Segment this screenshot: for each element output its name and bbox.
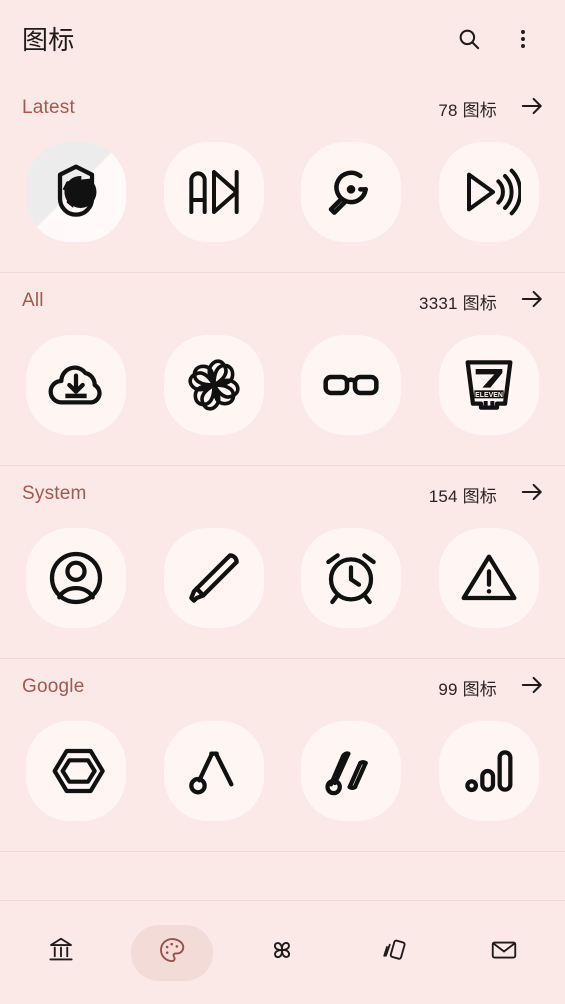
account-circle-icon [44, 546, 108, 610]
section-system: System 154 图标 [0, 466, 565, 659]
page-title: 图标 [22, 25, 75, 55]
section-title-all: All [22, 290, 44, 311]
section-header-all[interactable]: All 3331 图标 [0, 273, 565, 329]
section-header-google[interactable]: Google 99 图标 [0, 659, 565, 715]
icon-tile-google-ads[interactable] [163, 721, 264, 821]
icon-tile-fast-forward[interactable] [163, 142, 264, 242]
icon-row-all: ELEVEN [0, 329, 565, 463]
nav-item-cards-swipe[interactable] [352, 925, 434, 981]
icon-tile-signal-bars[interactable] [438, 721, 539, 821]
icon-tile-glasses[interactable] [301, 335, 402, 435]
icon-row-google [0, 715, 565, 849]
icon-tile-globe[interactable] [26, 142, 126, 242]
icon-tile-play-sound[interactable] [438, 142, 539, 242]
icon-row-latest [0, 136, 565, 270]
pen-icon [182, 546, 246, 610]
more-vert-icon [511, 27, 535, 54]
glasses-icon [319, 353, 383, 417]
section-google: Google 99 图标 [0, 659, 565, 852]
icon-tile-cloud-download[interactable] [26, 335, 126, 435]
section-count-google: 99 图标 [438, 679, 497, 699]
app-bar-actions [445, 16, 547, 64]
signal-bars-icon [457, 739, 521, 803]
section-header-latest[interactable]: Latest 78 图标 [0, 80, 565, 136]
search-tool-icon [319, 160, 383, 224]
arrow-right-icon [519, 672, 545, 703]
section-header-system[interactable]: System 154 图标 [0, 466, 565, 522]
play-sound-icon [457, 160, 521, 224]
icon-tile-account-circle[interactable] [26, 528, 126, 628]
nav-item-palette[interactable] [130, 924, 213, 981]
flower-swirl-icon [182, 353, 246, 417]
section-title-google: Google [22, 676, 85, 697]
section-count-all: 3331 图标 [419, 293, 497, 313]
section-latest: Latest 78 图标 [0, 80, 565, 273]
section-count-latest: 78 图标 [438, 100, 497, 120]
google-analytics-bars-icon [319, 739, 383, 803]
section-count-system: 154 图标 [428, 486, 497, 506]
museum-icon [46, 935, 76, 970]
arrow-right-icon [519, 286, 545, 317]
icon-tile-google-analytics-bars[interactable] [301, 721, 402, 821]
section-arrow-latest[interactable] [517, 93, 547, 123]
bottom-navigation-bar [0, 900, 565, 1004]
pinwheel-icon [267, 935, 297, 970]
google-ads-icon [182, 739, 246, 803]
overflow-menu-button[interactable] [499, 16, 547, 64]
section-title-system: System [22, 483, 87, 504]
app-root: 图标 Latest 78 图标 All 3331 图标 ELEVEN Syste… [0, 0, 565, 1004]
icon-tile-google-cloud-hexagon[interactable] [26, 721, 126, 821]
arrow-right-icon [519, 479, 545, 510]
icon-tile-flower-swirl[interactable] [163, 335, 264, 435]
top-app-bar: 图标 [0, 0, 565, 80]
icon-tile-pen[interactable] [163, 528, 264, 628]
section-arrow-all[interactable] [517, 286, 547, 316]
arrow-right-icon [519, 93, 545, 124]
nav-item-museum[interactable] [20, 925, 102, 981]
icon-tile-search-tool[interactable] [301, 142, 402, 242]
cards-swipe-icon [378, 935, 408, 970]
svg-text:ELEVEN: ELEVEN [475, 392, 503, 399]
icon-row-system [0, 522, 565, 656]
google-cloud-hexagon-icon [44, 739, 108, 803]
section-arrow-system[interactable] [517, 479, 547, 509]
icon-tile-warning-triangle[interactable] [438, 528, 539, 628]
palette-icon [157, 935, 187, 970]
warning-triangle-icon [457, 546, 521, 610]
nav-item-mail[interactable] [463, 925, 545, 981]
seven-eleven-icon: ELEVEN [457, 353, 521, 417]
mail-icon [489, 935, 519, 970]
cloud-download-icon [44, 353, 108, 417]
nav-item-pinwheel[interactable] [241, 925, 323, 981]
search-icon [456, 26, 482, 55]
sections-scroll-area[interactable]: Latest 78 图标 All 3331 图标 ELEVEN System 1… [0, 80, 565, 900]
section-all: All 3331 图标 ELEVEN [0, 273, 565, 466]
alarm-clock-icon [319, 546, 383, 610]
icon-tile-alarm-clock[interactable] [301, 528, 402, 628]
globe-icon [44, 160, 108, 224]
search-button[interactable] [445, 16, 493, 64]
section-title-latest: Latest [22, 97, 75, 118]
fast-forward-icon [182, 160, 246, 224]
section-arrow-google[interactable] [517, 672, 547, 702]
icon-tile-seven-eleven[interactable]: ELEVEN [438, 335, 539, 435]
